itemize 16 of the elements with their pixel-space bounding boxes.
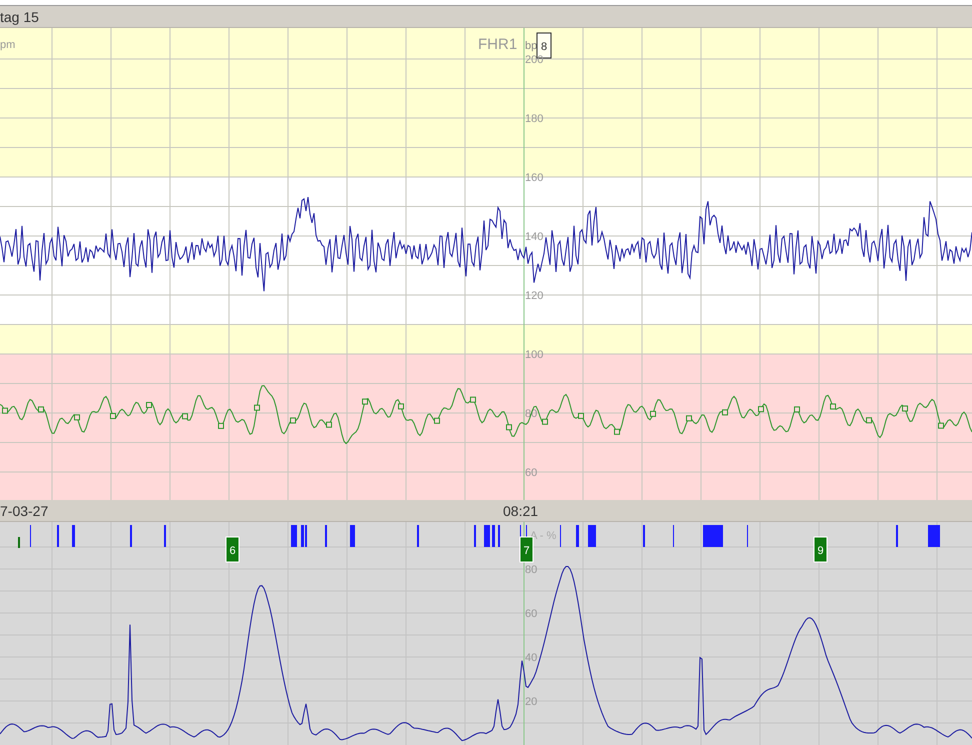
event-marker: 9 — [814, 536, 828, 562]
y-axis-label: 20 — [525, 696, 538, 708]
event-marker: 7 — [520, 536, 534, 562]
y-axis-label: 60 — [525, 608, 538, 620]
y-axis-label: 180 — [525, 113, 544, 125]
chart-title: tag 15 — [0, 8, 39, 24]
y-axis-label: 40 — [525, 652, 538, 664]
date-label: 7-03-27 — [0, 502, 48, 518]
unit-label: pm — [0, 39, 16, 51]
event-marker: 6 — [226, 536, 240, 562]
time-label: 08:21 — [503, 503, 538, 519]
y-axis-label: 80 — [525, 564, 538, 576]
trace-label: FHR1 — [478, 36, 518, 53]
scale-unit: bp — [525, 40, 538, 52]
y-axis-label: 60 — [525, 467, 538, 479]
y-axis-label: 100 — [525, 349, 544, 361]
